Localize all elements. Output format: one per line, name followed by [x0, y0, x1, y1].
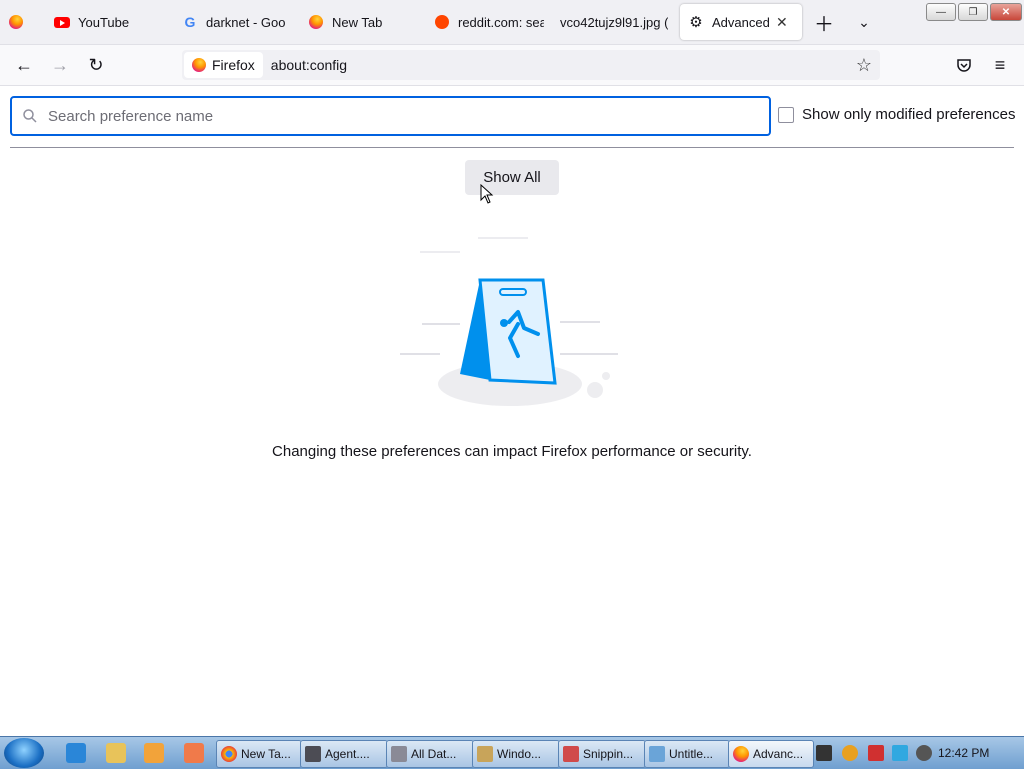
taskbar-item-label: New Ta...: [241, 747, 291, 761]
warning-illustration: [400, 237, 618, 406]
taskbar-item-agent[interactable]: Agent....: [300, 740, 388, 768]
identity-label: Firefox: [212, 57, 255, 73]
google-icon: G: [184, 14, 196, 30]
file-explorer-icon[interactable]: [106, 743, 126, 763]
tab-label: reddit.com: sea: [458, 14, 544, 30]
paint-icon: [649, 746, 665, 762]
reddit-icon: [434, 14, 450, 30]
snipping-tool-icon: [563, 746, 579, 762]
start-button[interactable]: [4, 738, 44, 768]
firefox-icon: [192, 58, 206, 72]
tab-advanced-preferences[interactable]: ⚙ Advanced Pr ✕: [680, 4, 802, 40]
taskbar-item-label: Windo...: [497, 747, 542, 761]
firefox-icon: [8, 14, 24, 30]
taskbar-item-all-data[interactable]: All Dat...: [386, 740, 474, 768]
identity-box[interactable]: Firefox: [184, 52, 263, 78]
tray-volume-icon[interactable]: [916, 745, 932, 761]
tab-firefox-view[interactable]: [8, 4, 32, 40]
window-icon: [391, 746, 407, 762]
tray-checkmark-icon[interactable]: [816, 745, 832, 761]
search-box: [10, 96, 771, 136]
bookmark-star-icon[interactable]: ☆: [856, 55, 872, 76]
taskbar-item-label: All Dat...: [411, 747, 457, 761]
warning-text: Changing these preferences can impact Fi…: [272, 443, 752, 460]
tab-label: YouTube: [78, 14, 130, 30]
show-modified-checkbox[interactable]: [778, 106, 794, 123]
forward-button[interactable]: →: [48, 53, 72, 77]
mouse-pointer-icon: [480, 184, 494, 204]
show-modified-toggle[interactable]: Show only modified preferences: [778, 106, 1015, 123]
taskbar-item-label: Snippin...: [583, 747, 634, 761]
tray-search-icon[interactable]: [842, 745, 858, 761]
taskbar-item-firefox[interactable]: Advanc...: [728, 740, 814, 768]
media-player-icon[interactable]: [144, 743, 164, 763]
tab-label: New Tab: [332, 14, 383, 30]
paint-icon[interactable]: [184, 743, 204, 763]
hamburger-menu-icon[interactable]: ≡: [988, 53, 1012, 77]
minimize-button[interactable]: —: [926, 3, 956, 21]
navigation-toolbar: ← → ↻ Firefox about:config ☆ ≡: [0, 45, 1024, 86]
url-text[interactable]: about:config: [271, 57, 347, 73]
taskbar-item-label: Agent....: [325, 747, 370, 761]
taskbar-item-snipping[interactable]: Snippin...: [558, 740, 646, 768]
taskbar-item-label: Untitle...: [669, 747, 714, 761]
tab-label: vco42tujz9l91.jpg (J: [560, 14, 668, 30]
close-tab-icon[interactable]: ✕: [776, 14, 788, 31]
clock[interactable]: 12:42 PM: [938, 746, 989, 760]
url-bar[interactable]: Firefox about:config ☆: [182, 50, 880, 80]
search-icon: [22, 108, 38, 124]
tab-strip: YouTube G darknet - Google New Tab reddi…: [0, 0, 1024, 45]
tab-reddit[interactable]: reddit.com: sea: [434, 4, 544, 40]
new-tab-button[interactable]: ＋: [814, 4, 834, 40]
firefox-icon: [733, 746, 749, 762]
taskbar-item-paint[interactable]: Untitle...: [644, 740, 730, 768]
youtube-icon: [54, 14, 70, 30]
search-input[interactable]: [46, 106, 769, 126]
list-all-tabs-icon[interactable]: ⌄: [856, 4, 872, 40]
tab-label: darknet - Google: [206, 14, 286, 30]
tray-monitor-icon[interactable]: [892, 745, 908, 761]
firefox-icon: [308, 14, 324, 30]
show-modified-label: Show only modified preferences: [802, 106, 1016, 123]
window-icon: [305, 746, 321, 762]
taskbar-item-chrome[interactable]: New Ta...: [216, 740, 302, 768]
restore-button[interactable]: ❐: [958, 3, 988, 21]
chrome-icon: [221, 746, 237, 762]
internet-explorer-icon[interactable]: [66, 743, 86, 763]
reload-button[interactable]: ↻: [84, 53, 108, 77]
back-button[interactable]: ←: [12, 53, 36, 77]
taskbar-item-label: Advanc...: [753, 747, 804, 761]
pocket-icon[interactable]: [952, 53, 976, 77]
tray-flag-icon[interactable]: [868, 745, 884, 761]
divider: [10, 147, 1014, 148]
close-window-button[interactable]: ✕: [990, 3, 1022, 21]
gear-icon: ⚙: [689, 14, 703, 31]
tools-icon: [477, 746, 493, 762]
tab-label: Advanced Pr: [712, 14, 770, 30]
windows-taskbar: New Ta... Agent.... All Dat... Windo... …: [0, 736, 1024, 769]
tab-youtube[interactable]: YouTube: [54, 4, 172, 40]
tab-image[interactable]: vco42tujz9l91.jpg (J: [560, 4, 668, 40]
tab-new-tab[interactable]: New Tab: [308, 4, 420, 40]
taskbar-item-windows[interactable]: Windo...: [472, 740, 560, 768]
tab-google-search[interactable]: G darknet - Google: [182, 4, 286, 40]
